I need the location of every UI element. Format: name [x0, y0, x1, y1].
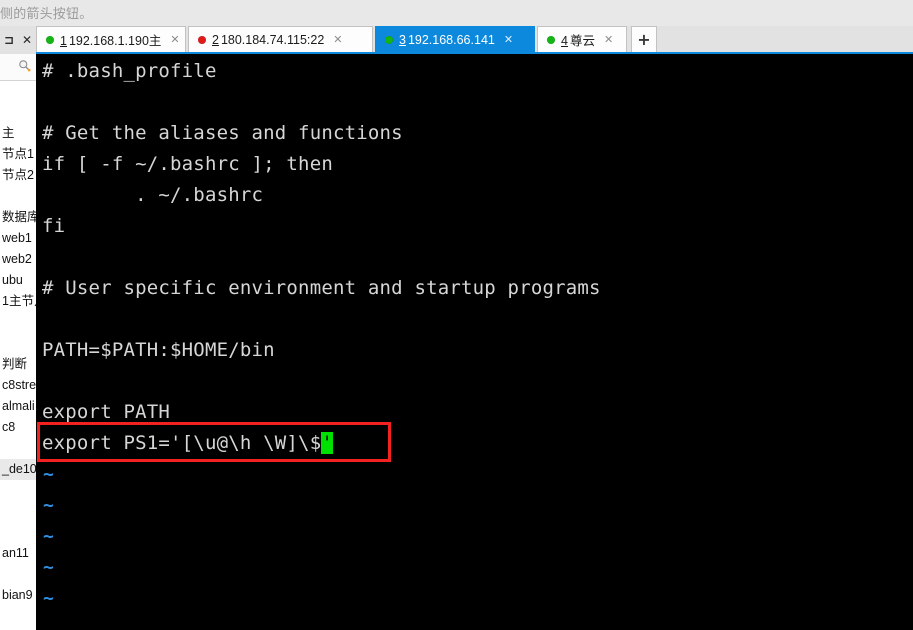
- vim-tilde: ~: [43, 588, 54, 609]
- xshell-window: 侧的箭头按钮。 ⊐ ✕ 1 192.168.1.190主 ✕ 2 180.184.7…: [0, 0, 913, 630]
- tab-3[interactable]: 3 192.168.66.141 ✕: [375, 26, 535, 52]
- sidebar-item[interactable]: 1主节点: [0, 291, 36, 312]
- sidebar-item[interactable]: 判断: [0, 354, 36, 375]
- terminal-line-ps1: export PS1='[\u@\h \W]\$': [42, 432, 333, 454]
- terminal-view[interactable]: # .bash_profile # Get the aliases and fun…: [36, 54, 913, 630]
- tab-label: 2 180.184.74.115:22: [212, 33, 324, 47]
- tab-number: 3: [399, 32, 406, 47]
- terminal-line: fi: [42, 215, 66, 237]
- tab-4[interactable]: 4 尊云 ✕: [537, 26, 627, 52]
- sidebar-search-row[interactable]: [0, 54, 36, 81]
- tab-title: 192.168.1.190主: [68, 34, 162, 48]
- panel-controls: ⊐ ✕: [0, 26, 36, 54]
- tab-number: 2: [212, 32, 219, 47]
- new-tab-button[interactable]: +: [631, 26, 657, 52]
- close-panel-icon[interactable]: ✕: [22, 34, 32, 46]
- sidebar-item[interactable]: 节点2: [0, 165, 36, 186]
- terminal-line: # Get the aliases and functions: [42, 122, 403, 144]
- tab-1[interactable]: 1 192.168.1.190主 ✕: [36, 26, 186, 52]
- text-cursor: ': [321, 432, 333, 454]
- sidebar-item[interactable]: web1: [0, 228, 36, 249]
- tab-number: 1: [60, 34, 67, 48]
- tab-label: 3 192.168.66.141: [399, 33, 495, 47]
- tab-label: 1 192.168.1.190主: [60, 30, 161, 49]
- sidebar-item[interactable]: web2: [0, 249, 36, 270]
- tab-bar: ⊐ ✕ 1 192.168.1.190主 ✕ 2 180.184.74.115:22…: [0, 26, 913, 54]
- sidebar-item[interactable]: 数据库: [0, 207, 36, 228]
- session-list: 主节点1节点2 数据库web1web2ubu1主节点判断c8strealmalic…: [0, 81, 36, 630]
- vim-tilde: ~: [43, 495, 54, 516]
- tab-2[interactable]: 2 180.184.74.115:22 ✕: [188, 26, 373, 52]
- tab-label: 4 尊云: [561, 30, 595, 49]
- sidebar-item[interactable]: bian9: [0, 585, 36, 606]
- terminal-line: # .bash_profile: [42, 60, 217, 82]
- sidebar-item[interactable]: c8: [0, 417, 36, 438]
- tab-status-dot: [385, 35, 393, 44]
- tab-title: 尊云: [569, 34, 595, 48]
- tab-title: 180.184.74.115:22: [220, 32, 325, 47]
- vim-tilde: ~: [43, 557, 54, 578]
- vim-tilde: ~: [43, 526, 54, 547]
- tab-status-dot: [547, 35, 555, 44]
- tab-number: 4: [561, 34, 568, 48]
- terminal-line: if [ -f ~/.bashrc ]; then: [42, 153, 333, 175]
- tab-status-dot: [46, 35, 54, 44]
- sidebar-item[interactable]: _de10: [0, 459, 36, 480]
- tab-close-icon[interactable]: ✕: [170, 34, 179, 45]
- terminal-line: . ~/.bashrc: [42, 184, 264, 206]
- tab-close-icon[interactable]: ✕: [604, 34, 613, 45]
- tab-close-icon[interactable]: ✕: [333, 34, 342, 45]
- tab-title: 192.168.66.141: [407, 32, 495, 47]
- hint-strip: 侧的箭头按钮。: [0, 0, 913, 26]
- session-sidebar: 主节点1节点2 数据库web1web2ubu1主节点判断c8strealmalic…: [0, 54, 37, 630]
- sidebar-item[interactable]: c8stre: [0, 375, 36, 396]
- terminal-line: # User specific environment and startup …: [42, 277, 601, 299]
- hint-text: 侧的箭头按钮。: [0, 6, 93, 21]
- vim-tilde: ~: [43, 464, 54, 485]
- terminal-line: export PATH: [42, 401, 171, 423]
- sidebar-item[interactable]: 节点1: [0, 144, 36, 165]
- sidebar-item[interactable]: an11: [0, 543, 36, 564]
- sidebar-item[interactable]: 主: [0, 123, 36, 144]
- search-icon[interactable]: [18, 59, 31, 72]
- tab-strip: 1 192.168.1.190主 ✕ 2 180.184.74.115:22 ✕ 3 1…: [36, 26, 657, 54]
- sidebar-item[interactable]: ubu: [0, 270, 36, 291]
- ps1-text: export PS1='[\u@\h \W]\$: [42, 432, 322, 454]
- tab-close-icon[interactable]: ✕: [504, 34, 513, 45]
- terminal-line: PATH=$PATH:$HOME/bin: [42, 339, 275, 361]
- pin-icon[interactable]: ⊐: [4, 34, 14, 46]
- tab-status-dot: [198, 35, 206, 44]
- sidebar-item[interactable]: almali: [0, 396, 36, 417]
